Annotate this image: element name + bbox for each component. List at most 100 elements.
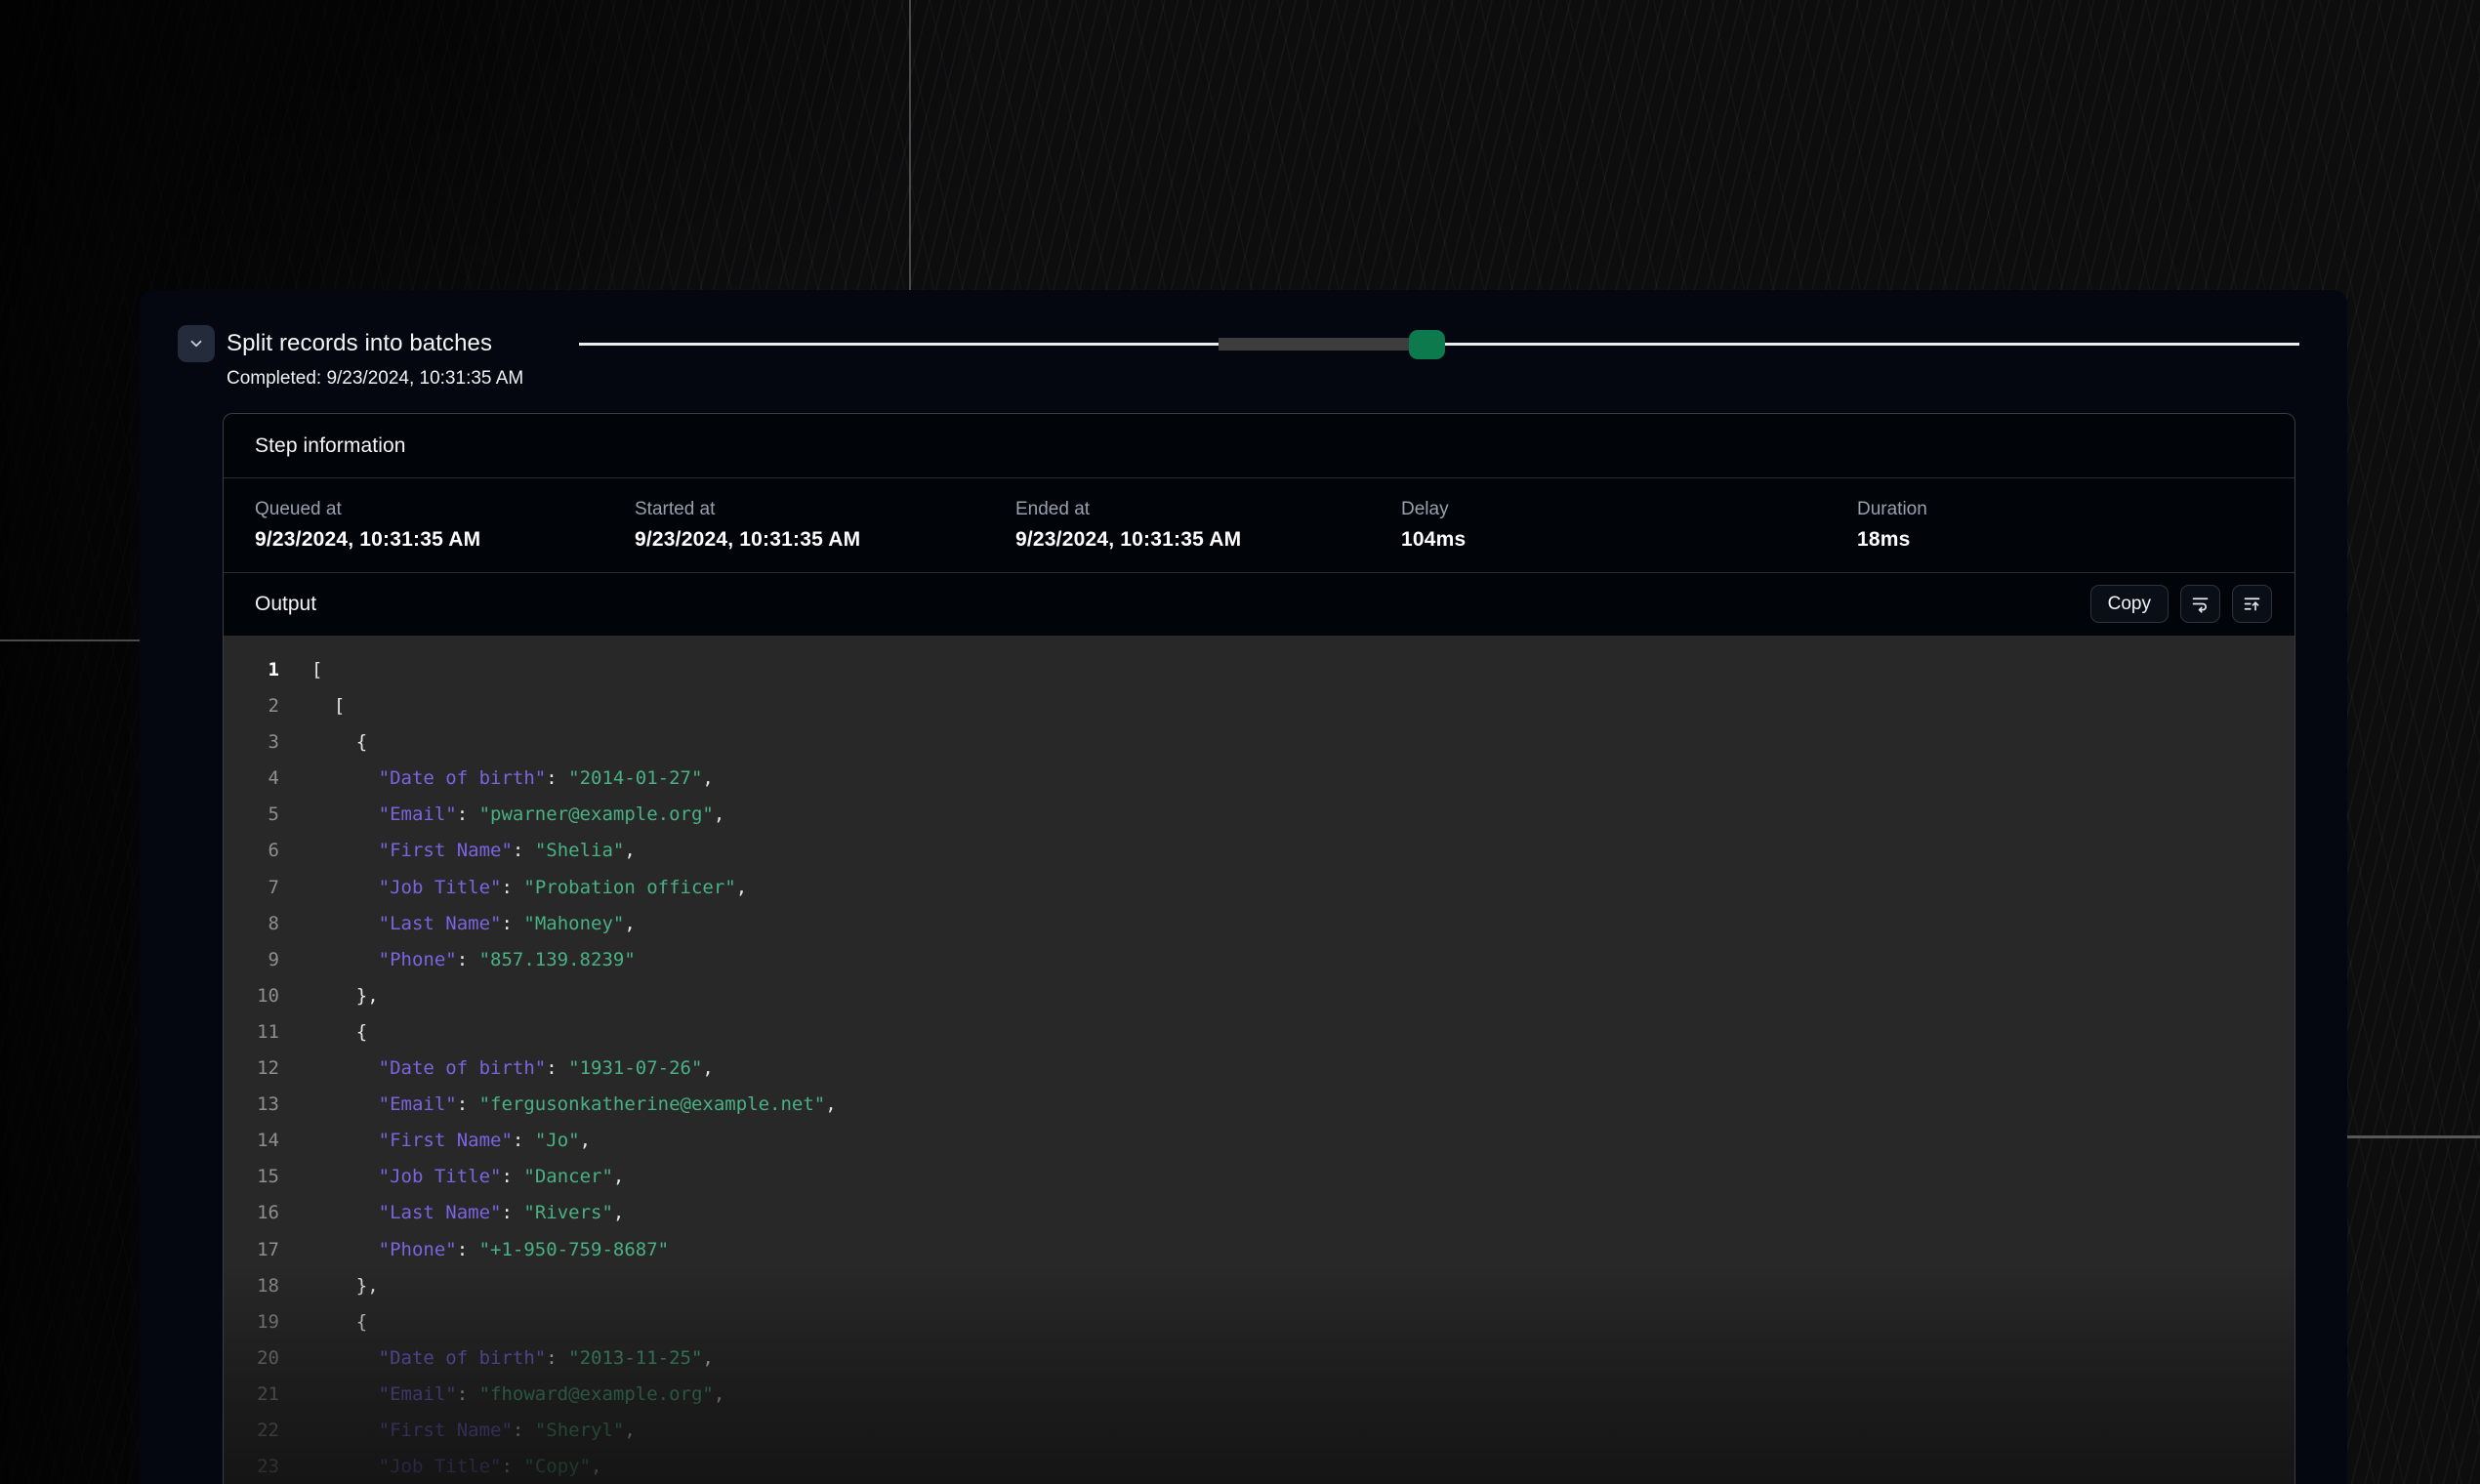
- output-title: Output: [255, 593, 316, 616]
- line-number: 3: [224, 724, 279, 761]
- step-title: Split records into batches: [227, 330, 492, 357]
- line-number: 12: [224, 1051, 279, 1087]
- line-number: 23: [224, 1449, 279, 1484]
- code-text: "Last Name": "Mahoney",: [311, 913, 636, 934]
- timeline-delay-segment: [1219, 338, 1411, 350]
- meta-delay: Delay 104ms: [1401, 498, 1857, 554]
- code-line: 13 "Email": "fergusonkatherine@example.n…: [224, 1087, 2294, 1123]
- meta-queued-at: Queued at 9/23/2024, 10:31:35 AM: [255, 498, 635, 554]
- line-number: 18: [224, 1268, 279, 1304]
- line-number: 10: [224, 978, 279, 1014]
- code-line: 23 "Job Title": "Copy",: [224, 1449, 2294, 1484]
- line-number: 22: [224, 1413, 279, 1449]
- step-meta-row: Queued at 9/23/2024, 10:31:35 AM Started…: [224, 478, 2294, 573]
- code-line: 12 "Date of birth": "1931-07-26",: [224, 1051, 2294, 1087]
- page-background: Split records into batches Completed: 9/…: [0, 0, 2480, 1484]
- code-text: "First Name": "Shelia",: [311, 840, 636, 861]
- step-information-box: Step information Queued at 9/23/2024, 10…: [223, 413, 2295, 1484]
- code-text: [: [311, 659, 322, 680]
- code-text: "Date of birth": "2014-01-27",: [311, 767, 714, 789]
- line-number: 19: [224, 1304, 279, 1340]
- background-horizontal-line-left: [0, 639, 140, 641]
- code-text: "Job Title": "Probation officer",: [311, 877, 747, 898]
- meta-value: 9/23/2024, 10:31:35 AM: [1015, 526, 1401, 554]
- code-lines: 1 [2 [3 {4 "Date of birth": "2014-01-27",…: [224, 652, 2294, 1484]
- meta-value: 104ms: [1401, 526, 1857, 554]
- code-line: 4 "Date of birth": "2014-01-27",: [224, 761, 2294, 797]
- meta-value: 9/23/2024, 10:31:35 AM: [255, 526, 635, 554]
- line-number: 11: [224, 1014, 279, 1051]
- code-text: "Phone": "+1-950-759-8687": [311, 1239, 669, 1260]
- code-text: "Job Title": "Copy",: [311, 1456, 601, 1477]
- code-text: },: [311, 985, 379, 1007]
- code-line: 19 {: [224, 1304, 2294, 1340]
- meta-value: 9/23/2024, 10:31:35 AM: [635, 526, 1015, 554]
- line-number: 2: [224, 688, 279, 724]
- copy-button[interactable]: Copy: [2090, 585, 2169, 623]
- code-text: "Date of birth": "2013-11-25",: [311, 1347, 714, 1369]
- timeline-handle[interactable]: [1409, 330, 1445, 359]
- code-line: 20 "Date of birth": "2013-11-25",: [224, 1340, 2294, 1377]
- jump-to-top-button[interactable]: [2232, 585, 2272, 623]
- run-timeline: [579, 330, 2299, 359]
- line-number: 5: [224, 797, 279, 833]
- line-number: 4: [224, 761, 279, 797]
- code-text: },: [311, 1275, 379, 1297]
- step-detail-panel: Split records into batches Completed: 9/…: [140, 290, 2347, 1484]
- line-number: 13: [224, 1087, 279, 1123]
- line-number: 8: [224, 906, 279, 942]
- code-text: "Last Name": "Rivers",: [311, 1202, 624, 1223]
- code-line: 2 [: [224, 688, 2294, 724]
- code-line: 22 "First Name": "Sheryl",: [224, 1413, 2294, 1449]
- output-actions: Copy: [2090, 585, 2272, 623]
- code-text: [: [311, 695, 345, 717]
- code-text: "First Name": "Jo",: [311, 1130, 591, 1151]
- code-line: 10 },: [224, 978, 2294, 1014]
- line-number: 16: [224, 1195, 279, 1231]
- code-line: 15 "Job Title": "Dancer",: [224, 1159, 2294, 1195]
- code-text: "First Name": "Sheryl",: [311, 1420, 636, 1441]
- code-text: "Email": "fergusonkatherine@example.net"…: [311, 1093, 837, 1115]
- line-number: 21: [224, 1377, 279, 1413]
- code-line: 11 {: [224, 1014, 2294, 1051]
- output-code-viewer[interactable]: 1 [2 [3 {4 "Date of birth": "2014-01-27",…: [224, 636, 2294, 1484]
- code-line: 8 "Last Name": "Mahoney",: [224, 906, 2294, 942]
- wrap-text-button[interactable]: [2180, 585, 2220, 623]
- chevron-down-icon: [187, 335, 205, 352]
- line-number: 9: [224, 942, 279, 978]
- code-line: 3 {: [224, 724, 2294, 761]
- collapse-step-button[interactable]: [178, 325, 215, 362]
- line-number: 6: [224, 833, 279, 869]
- meta-duration: Duration 18ms: [1857, 498, 2294, 554]
- line-number: 14: [224, 1123, 279, 1159]
- code-line: 17 "Phone": "+1-950-759-8687": [224, 1232, 2294, 1268]
- meta-label: Delay: [1401, 498, 1857, 521]
- meta-label: Queued at: [255, 498, 635, 521]
- code-text: "Phone": "857.139.8239": [311, 949, 636, 970]
- code-text: "Date of birth": "1931-07-26",: [311, 1057, 714, 1079]
- line-number: 20: [224, 1340, 279, 1377]
- code-text: "Email": "pwarner@example.org",: [311, 804, 724, 825]
- meta-ended-at: Ended at 9/23/2024, 10:31:35 AM: [1015, 498, 1401, 554]
- code-text: {: [311, 1021, 367, 1043]
- code-text: {: [311, 731, 367, 753]
- code-line: 16 "Last Name": "Rivers",: [224, 1195, 2294, 1231]
- background-horizontal-line-right: [2347, 1135, 2480, 1138]
- line-number: 1: [224, 652, 279, 688]
- code-line: 21 "Email": "fhoward@example.org",: [224, 1377, 2294, 1413]
- code-line: 14 "First Name": "Jo",: [224, 1123, 2294, 1159]
- meta-label: Duration: [1857, 498, 2294, 521]
- meta-label: Started at: [635, 498, 1015, 521]
- background-vertical-line: [909, 0, 911, 291]
- line-number: 7: [224, 870, 279, 906]
- code-text: {: [311, 1311, 367, 1333]
- step-status: Completed: 9/23/2024, 10:31:35 AM: [227, 367, 523, 391]
- code-text: "Job Title": "Dancer",: [311, 1166, 624, 1187]
- step-information-header: Step information: [224, 414, 2294, 478]
- code-line: 7 "Job Title": "Probation officer",: [224, 870, 2294, 906]
- code-line: 5 "Email": "pwarner@example.org",: [224, 797, 2294, 833]
- meta-label: Ended at: [1015, 498, 1401, 521]
- meta-value: 18ms: [1857, 526, 2294, 554]
- line-number: 17: [224, 1232, 279, 1268]
- line-number: 15: [224, 1159, 279, 1195]
